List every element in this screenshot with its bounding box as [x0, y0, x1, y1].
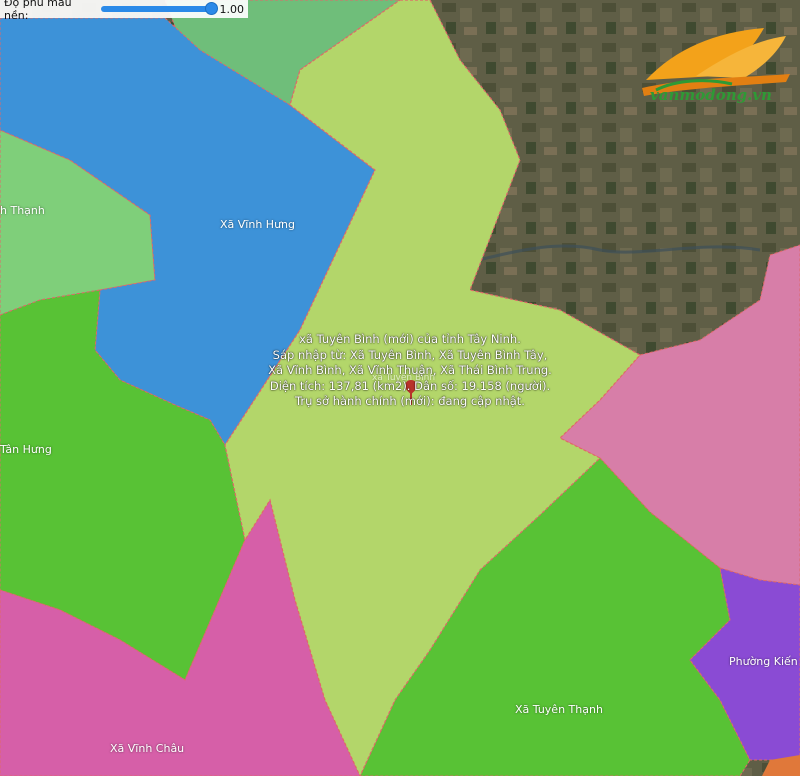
label-tan-hung-partial: Tân Hưng: [0, 443, 52, 456]
opacity-label: Độ phủ màu nền:: [4, 0, 72, 22]
info-merged-from-cont: Xã Vĩnh Bình, Xã Vĩnh Thuận, Xã Thái Bìn…: [268, 363, 552, 377]
opacity-slider-thumb[interactable]: [204, 2, 218, 15]
label-tuyen-thanh: Xã Tuyên Thạnh: [515, 703, 603, 716]
opacity-control: Độ phủ màu nền: 1.00: [0, 0, 248, 22]
opacity-slider[interactable]: [101, 2, 218, 15]
label-vinh-thanh-partial: h Thạnh: [0, 204, 45, 217]
logo-text: vanmodong.vn: [650, 86, 772, 104]
label-vinh-hung: Xã Vĩnh Hưng: [220, 218, 295, 231]
info-title: xã Tuyên Bình (mới) của tỉnh Tây Ninh.: [299, 332, 521, 346]
label-vinh-chau: Xã Vĩnh Châu: [110, 742, 185, 755]
info-headquarters: Trụ sở hành chính (mới): đang cập nhật.: [295, 394, 525, 408]
commune-info-popup: xã Tuyên Bình (mới) của tỉnh Tây Ninh. S…: [250, 332, 570, 410]
info-merged-from: Sáp nhập từ: Xã Tuyên Bình, Xã Tuyên Bìn…: [272, 347, 548, 362]
opacity-value: 1.00: [219, 2, 245, 16]
label-phuong-kien-partial: Phường Kiến: [729, 655, 798, 668]
info-area-population: Diện tích: 137,81 (km2). Dân số: 19.158 …: [269, 378, 551, 393]
